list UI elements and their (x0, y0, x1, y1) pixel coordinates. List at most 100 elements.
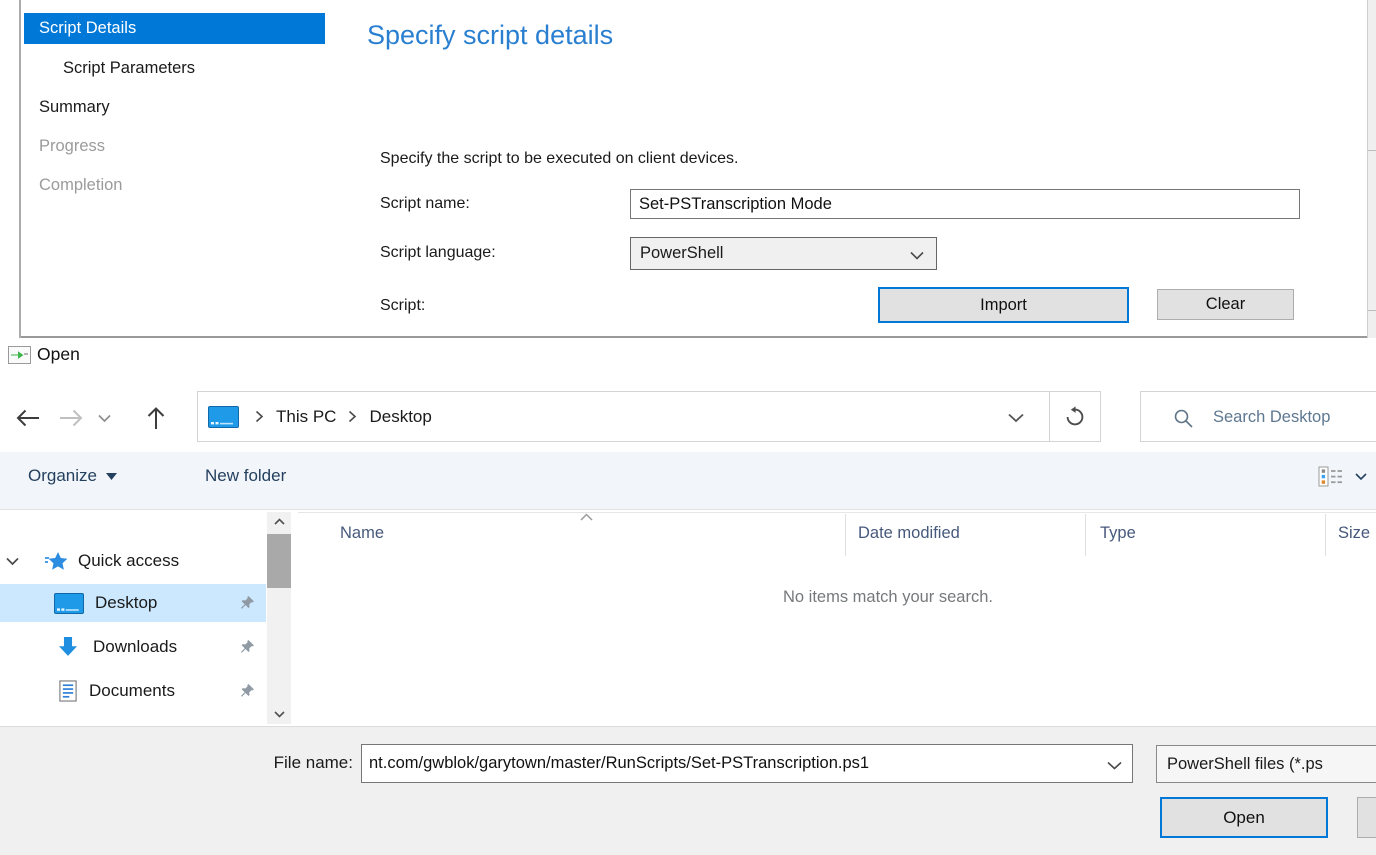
back-button[interactable] (15, 409, 41, 427)
chevron-down-icon (1008, 413, 1024, 423)
script-name-input[interactable] (630, 189, 1300, 219)
cancel-button-partial[interactable] (1357, 797, 1376, 838)
chevron-down-icon (274, 711, 285, 718)
breadcrumb-desktop[interactable]: Desktop (369, 407, 431, 427)
column-header-name[interactable]: Name (340, 524, 384, 543)
desktop-location-icon (208, 406, 239, 428)
refresh-button[interactable] (1064, 406, 1086, 428)
wizard-nav-label: Completion (39, 176, 122, 194)
wizard-description: Specify the script to be executed on cli… (380, 150, 738, 168)
sidebar-item-documents[interactable]: Documents (0, 672, 266, 710)
breadcrumb-separator-icon (348, 410, 357, 423)
back-icon (15, 409, 41, 427)
downloads-icon (56, 635, 80, 660)
file-type-select[interactable]: PowerShell files (*.ps (1156, 745, 1376, 783)
screen: Script Details Script Parameters Summary… (0, 0, 1376, 855)
up-button[interactable] (147, 406, 165, 430)
recent-locations-button[interactable] (98, 414, 111, 423)
sidebar-item-label: Desktop (95, 593, 157, 613)
clear-button[interactable]: Clear (1157, 289, 1294, 320)
background-window-edge (0, 0, 21, 338)
file-type-value: PowerShell files (*.ps (1167, 755, 1323, 774)
scroll-up-button[interactable] (267, 512, 291, 531)
views-button[interactable] (1318, 466, 1367, 487)
views-icon (1318, 466, 1343, 487)
expander-chevron-icon[interactable] (6, 557, 19, 566)
search-input[interactable] (1211, 392, 1376, 443)
scrollbar-thumb[interactable] (267, 534, 291, 588)
quick-access-icon (45, 551, 69, 572)
sidebar-item-label: Documents (89, 681, 175, 701)
organize-label: Organize (28, 466, 97, 486)
file-name-combobox (361, 744, 1133, 783)
wizard-nav-summary[interactable]: Summary (24, 92, 325, 123)
command-bar: Organize New folder (0, 452, 1376, 510)
sidebar-item-label: Downloads (93, 637, 177, 657)
script-language-select[interactable]: PowerShell (630, 237, 937, 270)
desktop-icon (54, 593, 84, 614)
script-name-label: Script name: (380, 195, 470, 213)
address-bar[interactable]: This PC Desktop (197, 391, 1101, 442)
chevron-down-icon (1355, 473, 1367, 481)
open-button[interactable]: Open (1160, 797, 1328, 838)
column-header-size[interactable]: Size (1338, 524, 1370, 543)
wizard-nav-label: Progress (39, 137, 105, 155)
wizard-nav-script-parameters[interactable]: Script Parameters (24, 53, 325, 84)
chevron-up-icon (274, 518, 285, 525)
search-box (1140, 391, 1376, 442)
pin-icon[interactable] (240, 639, 255, 654)
dropdown-caret-icon (106, 473, 117, 480)
create-script-wizard: Script Details Script Parameters Summary… (0, 0, 1376, 338)
open-dialog-icon (8, 346, 31, 364)
refresh-icon (1064, 406, 1086, 428)
column-header-type[interactable]: Type (1100, 524, 1136, 543)
wizard-nav-label: Script Parameters (63, 59, 195, 77)
script-language-label: Script language: (380, 244, 496, 262)
chevron-down-icon (98, 414, 111, 423)
sidebar-item-label: Quick access (78, 551, 179, 571)
wizard-nav-label: Script Details (39, 19, 136, 37)
dialog-footer: File name: PowerShell files (*.ps Open (0, 726, 1376, 855)
up-icon (147, 406, 165, 430)
forward-icon (58, 409, 84, 427)
header-top-line (298, 512, 1376, 513)
chevron-down-icon[interactable] (1107, 761, 1122, 770)
script-label: Script: (380, 297, 425, 315)
sidebar-item-quick-access[interactable]: Quick access (0, 544, 266, 578)
wizard-nav-script-details[interactable]: Script Details (24, 13, 325, 44)
dialog-title: Open (37, 344, 80, 365)
address-dropdown-button[interactable] (1008, 413, 1024, 423)
sidebar-item-downloads[interactable]: Downloads (0, 628, 266, 666)
import-button[interactable]: Import (878, 287, 1129, 323)
sidebar-scrollbar[interactable] (267, 512, 291, 724)
file-list-area: Name Date modified Type Size No items ma… (0, 510, 1376, 726)
forward-button[interactable] (58, 409, 84, 427)
wizard-nav-completion: Completion (24, 170, 325, 201)
wizard-window-edge (1367, 0, 1376, 338)
page-title: Specify script details (367, 20, 613, 51)
chevron-down-icon (910, 251, 924, 260)
scroll-down-button[interactable] (267, 705, 291, 724)
wizard-nav-label: Summary (39, 98, 110, 116)
open-file-dialog: Open (0, 340, 1376, 855)
file-name-input[interactable] (362, 745, 1107, 782)
new-folder-button[interactable]: New folder (205, 466, 286, 486)
script-language-value: PowerShell (640, 244, 723, 263)
wizard-nav-progress: Progress (24, 131, 325, 162)
empty-folder-message: No items match your search. (783, 588, 993, 607)
breadcrumb-separator-icon (255, 410, 264, 423)
sort-ascending-icon (580, 513, 593, 521)
column-header-date-modified[interactable]: Date modified (858, 524, 960, 543)
search-icon (1173, 408, 1194, 429)
column-separator[interactable] (1085, 514, 1086, 556)
breadcrumb-this-pc[interactable]: This PC (276, 407, 336, 427)
documents-icon (59, 680, 77, 702)
address-divider (1049, 392, 1050, 441)
pin-icon[interactable] (240, 595, 255, 610)
sidebar-item-desktop[interactable]: Desktop (0, 584, 266, 622)
column-separator[interactable] (1325, 514, 1326, 556)
column-separator[interactable] (845, 514, 846, 556)
file-name-label: File name: (240, 753, 353, 773)
organize-button[interactable]: Organize (28, 466, 117, 486)
pin-icon[interactable] (240, 683, 255, 698)
